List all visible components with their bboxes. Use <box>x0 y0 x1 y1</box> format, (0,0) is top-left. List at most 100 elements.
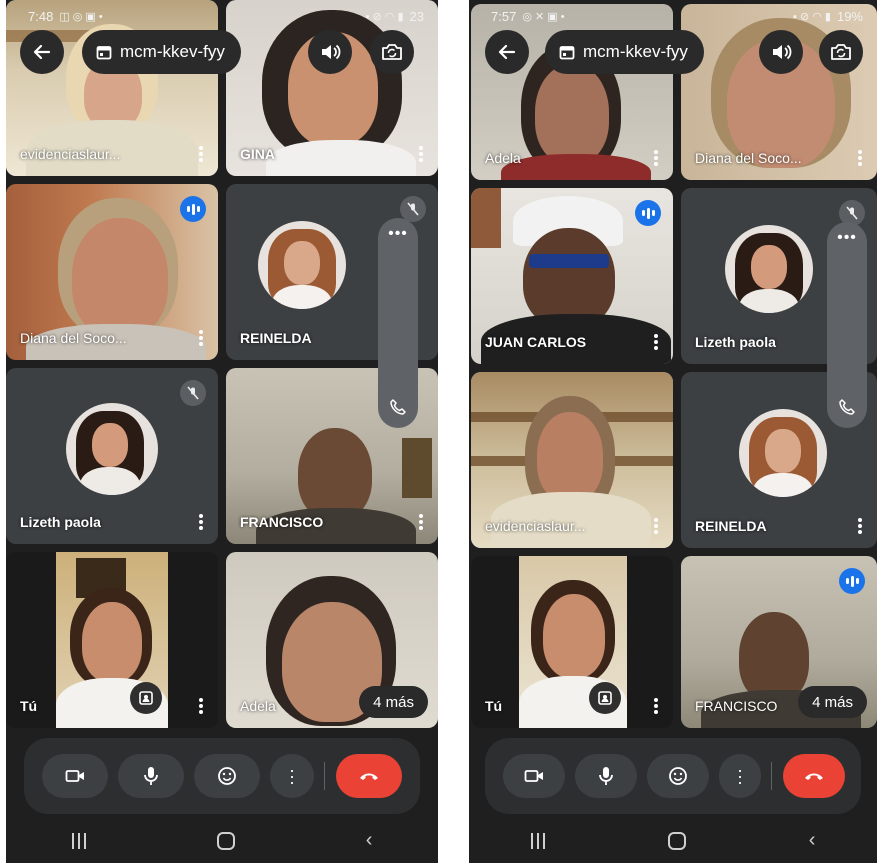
switch-camera-button[interactable] <box>370 30 414 74</box>
more-participants-button[interactable]: 4 más <box>359 686 428 718</box>
notification-icon: ◫ ◎ ▣ • <box>59 10 103 23</box>
participant-tile[interactable]: evidenciaslaur... <box>471 372 673 548</box>
participant-name: REINELDA <box>240 330 312 346</box>
microphone-button[interactable] <box>118 754 184 798</box>
control-divider <box>324 762 325 790</box>
switch-camera-button[interactable] <box>819 30 863 74</box>
calendar-icon <box>96 46 112 60</box>
speaker-button[interactable] <box>308 30 352 74</box>
avatar <box>739 408 827 497</box>
back-button[interactable] <box>485 30 529 74</box>
self-view-tile[interactable]: Tú <box>471 556 673 728</box>
home-button[interactable] <box>667 831 686 850</box>
calendar-icon <box>559 46 575 60</box>
end-call-button[interactable] <box>336 754 402 798</box>
participant-options-button[interactable] <box>853 148 867 168</box>
notification-icon: ◎ ✕ ▣ • <box>522 10 565 23</box>
camera-switch-icon <box>382 44 402 60</box>
effects-icon <box>139 691 153 705</box>
camera-button[interactable] <box>503 754 565 798</box>
status-battery: 23 <box>409 8 424 24</box>
participant-name: Tú <box>20 698 38 714</box>
participant-options-button[interactable] <box>194 144 208 164</box>
android-nav-bar: ‹ <box>469 818 877 863</box>
participant-options-button[interactable] <box>649 696 663 716</box>
participant-options-button[interactable] <box>194 512 208 532</box>
speaker-button[interactable] <box>759 30 803 74</box>
meeting-code: mcm-kkev-fyy <box>120 42 225 61</box>
more-vert-icon: · · · <box>737 760 743 792</box>
more-options-button[interactable]: · · · <box>270 754 314 798</box>
participant-name: Diana del Soco... <box>695 150 802 166</box>
overflow-rail[interactable]: ••• <box>827 222 867 428</box>
speaking-indicator <box>635 200 661 226</box>
participant-tile[interactable]: Adela 4 más <box>226 552 438 728</box>
reactions-button[interactable] <box>194 754 260 798</box>
participant-name: FRANCISCO <box>695 698 778 714</box>
camera-switch-icon <box>831 44 851 60</box>
call-controls-bar: · · · <box>24 738 420 814</box>
participant-name: FRANCISCO <box>240 514 324 530</box>
participant-options-button[interactable] <box>414 512 428 532</box>
participant-name: GINA <box>240 146 275 162</box>
speaker-icon <box>773 44 792 60</box>
avatar <box>258 220 346 309</box>
participant-name: Adela <box>240 698 276 714</box>
reactions-button[interactable] <box>647 754 709 798</box>
speaking-indicator <box>180 196 206 222</box>
signal-wifi-icon: ▪ ⊘ ◠ ▮ <box>793 10 831 23</box>
phone-icon <box>839 399 855 415</box>
participant-tile[interactable]: JUAN CARLOS <box>471 188 673 364</box>
avatar <box>66 402 158 495</box>
signal-wifi-icon: ▪ ⊘ ◠ ▮ <box>365 10 404 23</box>
more-participants-button[interactable]: 4 más <box>798 686 867 718</box>
more-horiz-icon: ••• <box>388 225 408 242</box>
mic-off-icon <box>180 380 206 406</box>
participant-tile[interactable]: evidenciaslaur... <box>6 0 218 176</box>
more-options-button[interactable]: · · · <box>719 754 761 798</box>
phone-icon <box>390 399 406 415</box>
self-view-tile[interactable]: Tú <box>6 552 218 728</box>
more-vert-icon: · · · <box>289 760 295 792</box>
microphone-button[interactable] <box>575 754 637 798</box>
participant-tile[interactable]: Diana del Soco... <box>6 184 218 360</box>
participant-options-button[interactable] <box>853 516 867 536</box>
emoji-icon <box>218 767 236 785</box>
microphone-icon <box>599 767 613 785</box>
participant-options-button[interactable] <box>649 332 663 352</box>
back-nav-button[interactable]: ‹ <box>366 829 373 852</box>
meeting-info-button[interactable]: mcm-kkev-fyy <box>545 30 704 74</box>
status-battery: 19% <box>836 8 863 24</box>
call-controls-bar: · · · <box>485 738 861 814</box>
status-bar: 7:48 ◫ ◎ ▣ • ▪ ⊘ ◠ ▮ 23 <box>6 6 438 26</box>
participant-options-button[interactable] <box>194 328 208 348</box>
meeting-info-button[interactable]: mcm-kkev-fyy <box>82 30 241 74</box>
effects-button[interactable] <box>130 682 162 714</box>
overflow-rail[interactable]: ••• <box>378 218 418 428</box>
phone-screen-left: 7:48 ◫ ◎ ▣ • ▪ ⊘ ◠ ▮ 23 mcm-kkev-fyy evi… <box>6 0 438 863</box>
participant-name: evidenciaslaur... <box>20 146 121 162</box>
back-button[interactable] <box>20 30 64 74</box>
video-camera-icon <box>524 770 543 782</box>
arrow-left-icon <box>498 44 516 60</box>
participant-tile[interactable]: FRANCISCO 4 más <box>681 556 877 728</box>
camera-button[interactable] <box>42 754 108 798</box>
recents-button[interactable] <box>71 832 86 849</box>
meeting-code: mcm-kkev-fyy <box>583 42 688 61</box>
participant-options-button[interactable] <box>649 516 663 536</box>
participant-options-button[interactable] <box>649 148 663 168</box>
phone-screen-right: 7:57 ◎ ✕ ▣ • ▪ ⊘ ◠ ▮ 19% mcm-kkev-fyy Ad… <box>469 0 877 863</box>
effects-button[interactable] <box>589 682 621 714</box>
emoji-icon <box>669 767 687 785</box>
home-button[interactable] <box>216 831 235 850</box>
speaking-indicator <box>839 568 865 594</box>
more-horiz-icon: ••• <box>837 229 857 246</box>
participant-tile[interactable]: Lizeth paola <box>6 368 218 544</box>
participant-options-button[interactable] <box>414 144 428 164</box>
participant-options-button[interactable] <box>194 696 208 716</box>
end-call-button[interactable] <box>783 754 845 798</box>
arrow-left-icon <box>33 44 51 60</box>
back-nav-button[interactable]: ‹ <box>809 829 816 852</box>
participant-tile[interactable]: GINA <box>226 0 438 176</box>
recents-button[interactable] <box>530 832 545 849</box>
